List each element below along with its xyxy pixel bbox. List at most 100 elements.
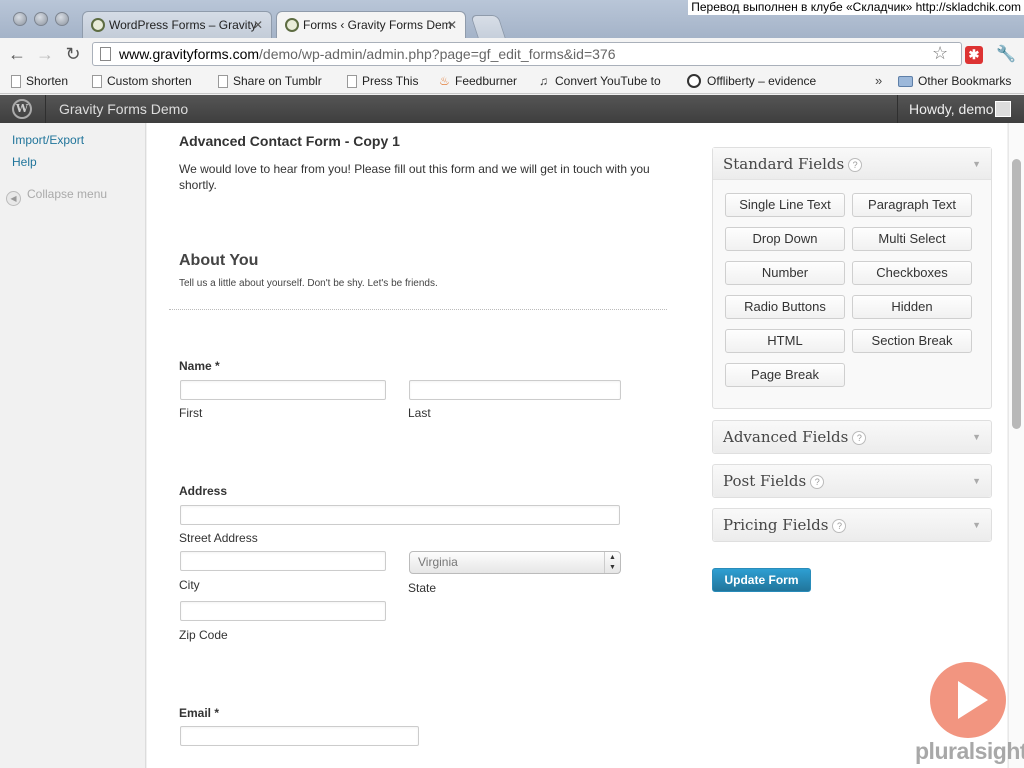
post-fields-header[interactable]: Post Fields? ▼ [713,465,991,497]
panel-toggle-arrow-icon[interactable]: ▼ [972,148,981,180]
browser-tab-forms[interactable]: Forms ‹ Gravity Forms Dem ✕ [276,11,466,38]
panel-toggle-arrow-icon[interactable]: ▼ [972,421,981,453]
zip-code-input[interactable] [180,601,386,621]
field-button-number[interactable]: Number [725,261,845,285]
new-tab-button[interactable] [470,15,506,38]
field-button-checkboxes[interactable]: Checkboxes [852,261,972,285]
page-icon [92,75,102,88]
site-name-link[interactable]: Gravity Forms Demo [59,95,188,123]
panel-toggle-arrow-icon[interactable]: ▼ [972,465,981,497]
required-mark: * [214,706,220,720]
bookmark-label: Custom shorten [107,74,192,88]
last-sublabel: Last [408,406,431,420]
collapse-menu-button[interactable]: ◀ Collapse menu [6,187,107,206]
state-selected-value: Virginia [418,555,458,569]
admin-bar-divider [45,95,46,123]
page-scrollbar[interactable] [1008,123,1024,768]
tab-title: Forms ‹ Gravity Forms Dem [303,18,452,32]
collapse-menu-label: Collapse menu [27,187,108,201]
bookmarks-overflow-chevron[interactable]: » [875,70,882,92]
address-bar[interactable]: www.gravityforms.com/demo/wp-admin/admin… [92,42,962,66]
back-arrow-icon[interactable]: ← [7,44,27,64]
bookmark-label: Share on Tumblr [233,74,322,88]
standard-fields-header[interactable]: Standard Fields? ▼ [713,148,991,180]
panel-toggle-arrow-icon[interactable]: ▼ [972,509,981,541]
field-button-hidden[interactable]: Hidden [852,295,972,319]
form-title[interactable]: Advanced Contact Form - Copy 1 [179,133,400,149]
field-button-page-break[interactable]: Page Break [725,363,845,387]
bookmark-shorten[interactable]: Shorten [9,70,68,92]
pricing-fields-header[interactable]: Pricing Fields? ▼ [713,509,991,541]
section-title[interactable]: About You [179,252,258,270]
window-close-button[interactable] [13,12,27,26]
bookmark-star-icon[interactable]: ☆ [932,43,948,64]
street-address-input[interactable] [180,505,620,525]
field-button-section-break[interactable]: Section Break [852,329,972,353]
field-button-html[interactable]: HTML [725,329,845,353]
sidebar-item-import-export[interactable]: Import/Export [12,133,84,147]
email-input[interactable] [180,726,419,746]
browser-tab-wordpress-forms[interactable]: WordPress Forms – Gravity ✕ [82,11,272,38]
panel-title: Post Fields [723,472,807,490]
advanced-fields-header[interactable]: Advanced Fields? ▼ [713,421,991,453]
field-button-radio-buttons[interactable]: Radio Buttons [725,295,845,319]
email-field-label[interactable]: Email * [179,706,219,720]
bookmark-label: Convert YouTube to [555,74,661,88]
translation-overlay-text: Перевод выполнен в клубе «Складчик» http… [688,0,1024,15]
help-icon[interactable]: ? [852,431,867,445]
update-form-button[interactable]: Update Form [712,568,811,592]
tab-close-icon[interactable]: ✕ [447,12,457,38]
window-minimize-button[interactable] [34,12,48,26]
address-field-label[interactable]: Address [179,484,227,498]
howdy-text: Howdy, demo [909,101,994,117]
email-label-text: Email [179,706,212,720]
window-zoom-button[interactable] [55,12,69,26]
bookmark-feedburner[interactable]: ♨ Feedburner [438,70,517,92]
page-icon [347,75,357,88]
howdy-user-menu[interactable]: Howdy, demo [897,95,1024,123]
tab-close-icon[interactable]: ✕ [253,12,263,38]
help-icon[interactable]: ? [810,475,825,489]
last-name-input[interactable] [409,380,621,400]
field-button-paragraph-text[interactable]: Paragraph Text [852,193,972,217]
reload-icon[interactable]: ↻ [63,44,83,64]
sidebar-item-help[interactable]: Help [12,155,37,169]
gravity-forms-favicon-icon [285,18,299,32]
extension-icon[interactable]: ✱ [965,46,983,64]
bookmark-share-on-tumblr[interactable]: Share on Tumblr [216,70,322,92]
field-button-single-line-text[interactable]: Single Line Text [725,193,845,217]
page-icon [11,75,21,88]
name-field-label[interactable]: Name * [179,359,220,373]
admin-sidebar: Import/Export Help ◀ Collapse menu [0,123,146,768]
other-bookmarks[interactable]: Other Bookmarks [898,70,1011,92]
help-icon[interactable]: ? [848,158,863,172]
browser-toolbar: ← → ↻ www.gravityforms.com/demo/wp-admin… [0,38,1024,70]
bookmark-label: Offliberty – evidence [707,74,817,88]
city-input[interactable] [180,551,386,571]
required-mark: * [215,359,220,373]
advanced-fields-panel: Advanced Fields? ▼ [712,420,992,454]
field-button-multi-select[interactable]: Multi Select [852,227,972,251]
post-fields-panel: Post Fields? ▼ [712,464,992,498]
form-editor: Advanced Contact Form - Copy 1 We would … [147,123,1007,768]
flame-icon: ♨ [439,74,450,88]
bookmarks-bar: Shorten Custom shorten Share on Tumblr P… [0,70,1024,94]
field-button-drop-down[interactable]: Drop Down [725,227,845,251]
avatar [995,101,1011,117]
form-description: We would love to hear from you! Please f… [179,162,650,192]
bookmark-convert-youtube[interactable]: ♫ Convert YouTube to [538,70,661,92]
bookmark-custom-shorten[interactable]: Custom shorten [90,70,192,92]
panel-title: Pricing Fields [723,516,829,534]
bookmark-offliberty[interactable]: Offliberty – evidence [687,70,816,92]
wordpress-logo-icon[interactable]: W [12,99,32,119]
pluralsight-play-logo-icon [930,662,1006,738]
forward-arrow-icon[interactable]: → [35,44,55,64]
state-select[interactable]: Virginia ▲ ▼ [409,551,621,574]
scrollbar-thumb[interactable] [1012,159,1021,429]
first-name-input[interactable] [180,380,386,400]
bookmark-label: Feedburner [455,74,518,88]
wrench-menu-icon[interactable]: 🔧 [996,44,1016,64]
bookmark-press-this[interactable]: Press This [345,70,418,92]
help-icon[interactable]: ? [832,519,847,533]
url-host: www.gravityforms.com [119,46,260,62]
